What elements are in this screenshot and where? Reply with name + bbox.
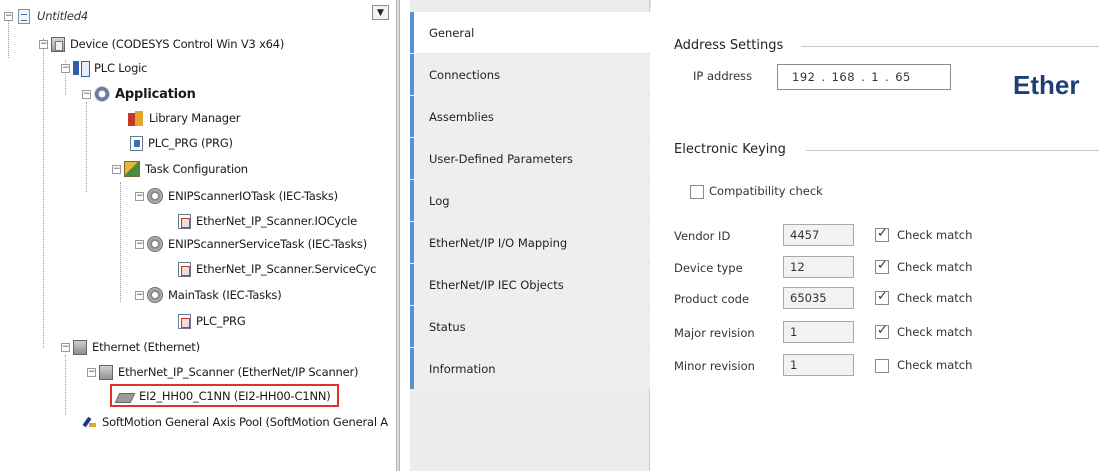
tree-item-adapter[interactable]: EI2_HH00_C1NN (EI2-HH00-C1NN) bbox=[110, 384, 339, 407]
softmotion-icon bbox=[83, 415, 97, 429]
product-code-check-match-checkbox[interactable] bbox=[875, 289, 889, 305]
tree-item-plc-logic[interactable]: − PLC Logic bbox=[61, 57, 147, 79]
adapter-icon bbox=[116, 389, 134, 403]
tree-line bbox=[120, 182, 121, 302]
vendor-id-label: Vendor ID bbox=[674, 229, 731, 243]
address-settings-title: Address Settings bbox=[674, 38, 784, 53]
tree-item-plc-prg[interactable]: PLC_PRG (PRG) bbox=[130, 132, 233, 154]
collapse-icon[interactable]: − bbox=[112, 164, 121, 174]
project-icon bbox=[18, 8, 30, 24]
tree-line bbox=[86, 102, 87, 192]
check-match-label: Check match bbox=[897, 228, 973, 242]
tree-item-application[interactable]: − Application bbox=[82, 83, 196, 105]
ip-address-field[interactable]: 192. 168. 1. 65 bbox=[777, 64, 951, 90]
collapse-icon[interactable]: − bbox=[61, 63, 70, 73]
tab-user-defined-parameters[interactable]: User-Defined Parameters bbox=[410, 138, 650, 179]
tree-item-root[interactable]: − Untitled4 bbox=[4, 5, 88, 27]
vendor-id-check-match-checkbox[interactable] bbox=[875, 226, 889, 242]
collapse-icon[interactable]: − bbox=[39, 39, 48, 49]
product-code-label: Product code bbox=[674, 292, 750, 306]
vendor-id-value: 4457 bbox=[783, 224, 854, 246]
tab-status[interactable]: Status bbox=[410, 306, 650, 347]
general-tab-content: Address Settings IP address 192. 168. 1.… bbox=[651, 0, 1099, 471]
tree-dropdown-button[interactable]: ▼ bbox=[372, 5, 389, 20]
tree-item-io-cycle[interactable]: EtherNet_IP_Scanner.IOCycle bbox=[178, 210, 357, 232]
tab-log[interactable]: Log bbox=[410, 180, 650, 221]
tree-line bbox=[65, 355, 66, 415]
tab-iec-objects[interactable]: EtherNet/IP IEC Objects bbox=[410, 264, 650, 305]
program-call-icon bbox=[178, 213, 191, 229]
ip-octet-3[interactable]: 1 bbox=[871, 70, 879, 84]
tree-item-enip-service-task[interactable]: − ENIPScannerServiceTask (IEC-Tasks) bbox=[135, 233, 367, 255]
application-icon bbox=[94, 86, 110, 102]
tab-connections[interactable]: Connections bbox=[410, 54, 650, 95]
ethernet-icon bbox=[73, 339, 87, 355]
section-divider bbox=[806, 150, 1099, 151]
tree-item-device[interactable]: − Device (CODESYS Control Win V3 x64) bbox=[39, 33, 284, 55]
collapse-icon[interactable]: − bbox=[135, 191, 144, 201]
pane-splitter[interactable] bbox=[396, 0, 400, 471]
task-icon bbox=[147, 188, 163, 204]
major-revision-label: Major revision bbox=[674, 326, 755, 340]
minor-revision-value: 1 bbox=[783, 354, 854, 376]
compatibility-check-label: Compatibility check bbox=[709, 184, 823, 198]
collapse-icon[interactable]: − bbox=[135, 239, 144, 249]
device-type-label: Device type bbox=[674, 261, 743, 275]
program-call-icon bbox=[178, 313, 191, 329]
device-type-check-match-checkbox[interactable] bbox=[875, 258, 889, 274]
tab-io-mapping[interactable]: EtherNet/IP I/O Mapping bbox=[410, 222, 650, 263]
tree-item-scanner[interactable]: − EtherNet_IP_Scanner (EtherNet/IP Scann… bbox=[87, 361, 359, 383]
electronic-keying-title: Electronic Keying bbox=[674, 142, 786, 157]
major-revision-check-match-checkbox[interactable] bbox=[875, 323, 889, 339]
section-divider bbox=[801, 46, 1099, 47]
check-match-label: Check match bbox=[897, 325, 973, 339]
minor-revision-label: Minor revision bbox=[674, 359, 755, 373]
minor-revision-check-match-checkbox[interactable] bbox=[875, 359, 889, 373]
tree-item-library-manager[interactable]: Library Manager bbox=[128, 107, 240, 129]
program-icon bbox=[130, 135, 143, 151]
check-match-label: Check match bbox=[897, 291, 973, 305]
task-icon bbox=[147, 236, 163, 252]
compatibility-check-checkbox[interactable] bbox=[690, 185, 704, 199]
plc-logic-icon bbox=[73, 61, 90, 77]
tree-item-main-task[interactable]: − MainTask (IEC-Tasks) bbox=[135, 284, 282, 306]
device-type-value: 12 bbox=[783, 256, 854, 278]
device-tree[interactable]: ▼ − Untitled4 − Device (CODESYS Control … bbox=[0, 0, 396, 471]
ethernet-ip-logo: Ether bbox=[1013, 70, 1080, 100]
ip-address-label: IP address bbox=[693, 69, 753, 83]
tab-information[interactable]: Information bbox=[410, 348, 650, 389]
ip-octet-4[interactable]: 65 bbox=[895, 70, 911, 84]
ip-octet-1[interactable]: 192 bbox=[792, 70, 815, 84]
collapse-icon[interactable]: − bbox=[135, 290, 144, 300]
product-code-value: 65035 bbox=[783, 287, 854, 309]
task-configuration-icon bbox=[124, 161, 140, 177]
tree-item-plc-prg-call[interactable]: PLC_PRG bbox=[178, 310, 246, 332]
tree-item-softmotion[interactable]: SoftMotion General Axis Pool (SoftMotion… bbox=[83, 411, 388, 433]
tree-line bbox=[43, 38, 44, 348]
collapse-icon[interactable]: − bbox=[4, 11, 13, 21]
editor-tab-strip: General Connections Assemblies User-Defi… bbox=[410, 0, 651, 471]
scanner-icon bbox=[99, 364, 113, 380]
library-icon bbox=[128, 110, 144, 126]
collapse-icon[interactable]: − bbox=[61, 342, 70, 352]
ip-octet-2[interactable]: 168 bbox=[832, 70, 855, 84]
collapse-icon[interactable]: − bbox=[82, 89, 91, 99]
major-revision-value: 1 bbox=[783, 321, 854, 343]
tree-item-enip-io-task[interactable]: − ENIPScannerIOTask (IEC-Tasks) bbox=[135, 185, 338, 207]
tree-item-ethernet[interactable]: − Ethernet (Ethernet) bbox=[61, 336, 200, 358]
check-match-label: Check match bbox=[897, 358, 973, 372]
tree-item-service-cycle[interactable]: EtherNet_IP_Scanner.ServiceCyc bbox=[178, 258, 376, 280]
program-call-icon bbox=[178, 261, 191, 277]
device-icon bbox=[51, 36, 65, 52]
check-match-label: Check match bbox=[897, 260, 973, 274]
tab-assemblies[interactable]: Assemblies bbox=[410, 96, 650, 137]
collapse-icon[interactable]: − bbox=[87, 367, 96, 377]
tab-general[interactable]: General bbox=[410, 12, 651, 53]
task-icon bbox=[147, 287, 163, 303]
tree-item-task-configuration[interactable]: − Task Configuration bbox=[112, 158, 248, 180]
